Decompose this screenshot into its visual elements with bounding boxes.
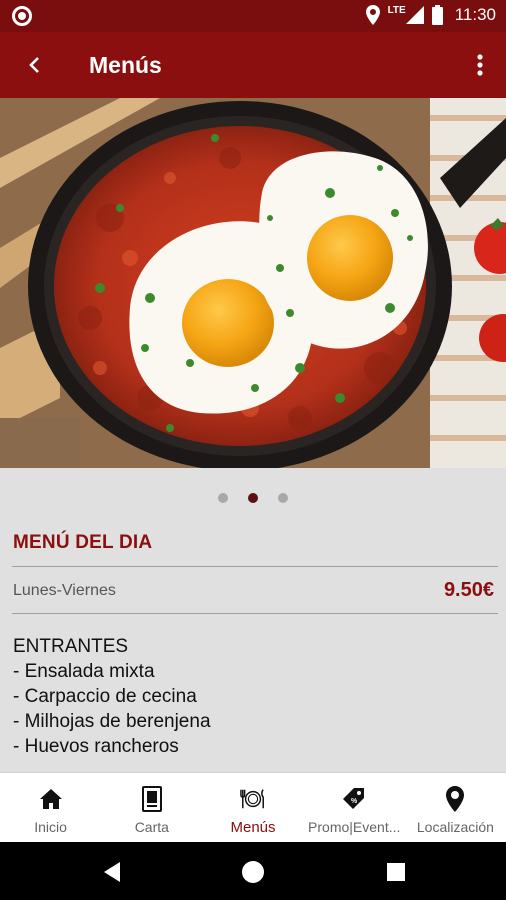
home-icon: [38, 785, 64, 813]
food-photo: [0, 98, 506, 468]
menu-price: 9.50€: [443, 579, 494, 601]
menu-item: - Huevos rancheros: [13, 736, 179, 757]
menu-item: - Ensalada mixta: [13, 661, 155, 682]
system-home-icon[interactable]: [241, 860, 265, 884]
status-icons: LTE 11:30: [365, 4, 496, 25]
promo-tag-icon: %: [341, 785, 367, 813]
battery-icon: [431, 5, 443, 25]
menu-section-heading: ENTRANTES: [13, 636, 129, 657]
pager-dot-active[interactable]: [248, 493, 258, 503]
nav-item-inicio[interactable]: Inicio: [0, 773, 101, 842]
nav-label: Localización: [416, 819, 494, 835]
nav-item-promo[interactable]: % Promo|Event...: [304, 773, 405, 842]
nav-item-carta[interactable]: Carta: [101, 773, 202, 842]
nav-item-menus[interactable]: Menús: [202, 773, 303, 842]
menu-photo-carousel[interactable]: [0, 98, 506, 468]
menu-title: MENÚ DEL DIA: [13, 532, 153, 553]
status-bar: LTE 11:30: [0, 0, 506, 32]
carousel-pager: [0, 488, 506, 508]
system-recents-icon[interactable]: [384, 860, 408, 884]
app-bar: Menús: [0, 32, 506, 98]
nav-label: Carta: [134, 819, 169, 835]
location-status-icon: [365, 5, 380, 25]
svg-text:%: %: [351, 798, 358, 805]
overflow-menu-button[interactable]: [468, 50, 492, 80]
notification-icon: [12, 6, 32, 26]
bottom-navigation: Inicio Carta Menús % Promo|Event... Loca…: [0, 772, 506, 842]
menu-period: Lunes-Viernes: [13, 582, 116, 599]
status-time: 11:30: [454, 5, 496, 24]
cutlery-plate-icon: [240, 785, 266, 813]
pager-dot[interactable]: [278, 493, 288, 503]
menu-item: - Carpaccio de cecina: [13, 686, 197, 707]
system-navigation-bar: [0, 842, 506, 900]
page-title: Menús: [89, 52, 162, 78]
network-type: LTE: [387, 4, 406, 16]
divider: [12, 566, 498, 567]
back-arrow-icon: [29, 57, 39, 73]
nav-label: Promo|Event...: [308, 819, 401, 835]
more-vert-icon: [477, 54, 483, 76]
system-back-icon[interactable]: [100, 860, 124, 884]
signal-icon: [405, 6, 424, 24]
nav-item-localizacion[interactable]: Localización: [405, 773, 506, 842]
back-button[interactable]: [18, 49, 50, 81]
pager-dot[interactable]: [218, 493, 228, 503]
nav-label: Inicio: [34, 819, 67, 835]
menu-item: - Milhojas de berenjena: [13, 711, 211, 732]
menu-description: ENTRANTES - Ensalada mixta - Carpaccio d…: [13, 634, 211, 759]
carta-icon: [139, 785, 165, 813]
nav-label: Menús: [230, 819, 276, 836]
divider: [12, 613, 498, 614]
location-pin-icon: [442, 785, 468, 813]
